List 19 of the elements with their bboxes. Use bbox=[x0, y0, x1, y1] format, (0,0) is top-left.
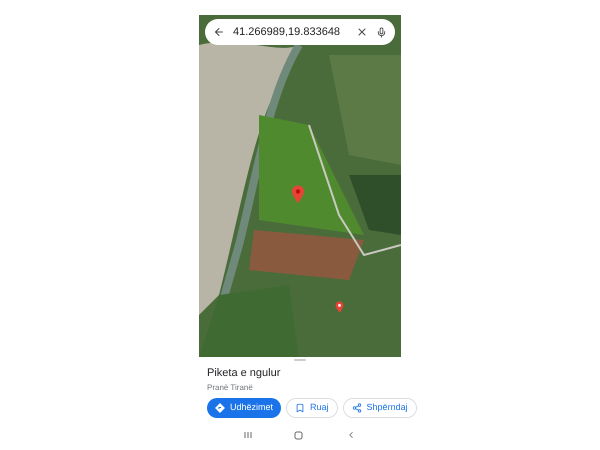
home-icon[interactable] bbox=[294, 430, 304, 440]
search-field[interactable]: 41.266989,19.833648 bbox=[205, 19, 395, 45]
search-value: 41.266989,19.833648 bbox=[233, 24, 342, 40]
sheet-handle[interactable] bbox=[294, 359, 306, 362]
mic-icon[interactable] bbox=[376, 26, 387, 38]
bookmark-icon bbox=[295, 402, 306, 413]
back-icon[interactable] bbox=[213, 26, 225, 38]
directions-button[interactable]: Udhëzimet bbox=[207, 398, 282, 418]
place-title: Piketa e ngulur bbox=[207, 367, 282, 381]
satellite-map[interactable]: 41.266989,19.833648 bbox=[199, 15, 401, 358]
recent-apps-icon[interactable] bbox=[244, 431, 252, 440]
directions-icon bbox=[215, 402, 225, 413]
map-pin-icon bbox=[291, 185, 305, 203]
close-icon[interactable] bbox=[356, 26, 368, 38]
share-icon bbox=[352, 402, 362, 413]
share-button[interactable]: Shpërndaj bbox=[342, 398, 417, 418]
save-button[interactable]: Ruaj bbox=[286, 398, 338, 418]
map-pin-icon bbox=[335, 301, 344, 313]
place-subtitle: Pranë Tiranë bbox=[207, 382, 254, 393]
